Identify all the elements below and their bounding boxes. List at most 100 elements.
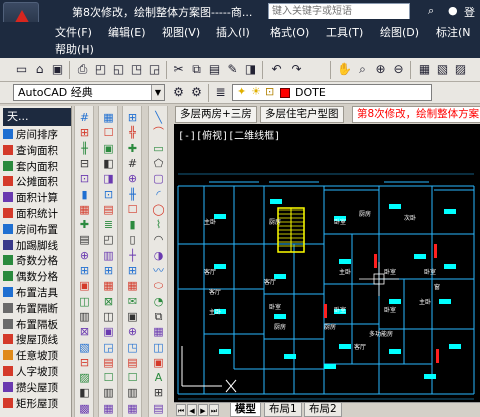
- login-link[interactable]: 登: [464, 4, 475, 20]
- menu-help[interactable]: 帮助(H): [55, 41, 94, 57]
- toolbar-icon[interactable]: ◳: [125, 340, 140, 355]
- block-editor-icon[interactable]: ◨: [242, 61, 259, 78]
- toolbar-icon[interactable]: ◯: [151, 202, 166, 217]
- menu-edit[interactable]: 编辑(E): [108, 24, 146, 40]
- toolbar-icon[interactable]: ▦: [125, 278, 140, 293]
- palette-title[interactable]: 天...: [3, 108, 71, 126]
- toolbar-icon[interactable]: ☐: [101, 125, 116, 140]
- toolbar-icon[interactable]: ◲: [101, 340, 116, 355]
- toolbar-icon[interactable]: ▦: [101, 401, 116, 416]
- toolbar-icon[interactable]: ◰: [101, 232, 116, 247]
- toolbar-icon[interactable]: ▤: [125, 355, 140, 370]
- new-file-icon[interactable]: ▭: [13, 61, 30, 78]
- toolbar-icon[interactable]: ⊡: [77, 171, 92, 186]
- print-preview-icon[interactable]: ◰: [92, 61, 109, 78]
- document-tab[interactable]: 多层两房+三房: [175, 106, 257, 123]
- toolbar-icon[interactable]: ▧: [77, 340, 92, 355]
- toolbar-icon[interactable]: ╫: [77, 141, 92, 156]
- toolbar-icon[interactable]: ◫: [77, 294, 92, 309]
- palette-item[interactable]: 布置洁具: [3, 286, 58, 300]
- toolbar-icon[interactable]: ✉: [125, 294, 140, 309]
- toolbar-icon[interactable]: A: [151, 370, 166, 385]
- toolbar-icon[interactable]: ⬠: [151, 156, 166, 171]
- tool-palettes-icon[interactable]: ▨: [452, 61, 469, 78]
- toolbar-icon[interactable]: ▮: [125, 217, 140, 232]
- palette-item[interactable]: 人字坡顶: [3, 365, 58, 379]
- palette-item[interactable]: 矩形屋顶: [3, 397, 58, 411]
- zoom-previous-icon[interactable]: ⊖: [390, 61, 407, 78]
- redo-icon[interactable]: ↷: [288, 61, 305, 78]
- toolbar-icon[interactable]: ▣: [101, 324, 116, 339]
- prev-tab-icon[interactable]: ◀: [187, 404, 197, 416]
- toolbar-icon[interactable]: ⧉: [151, 309, 166, 324]
- toolbar-icon[interactable]: ▩: [77, 401, 92, 416]
- toolbar-icon[interactable]: ⌒: [151, 125, 166, 140]
- toolbar-icon[interactable]: ▥: [77, 309, 92, 324]
- toolbar-icon[interactable]: ✚: [125, 141, 140, 156]
- palette-item[interactable]: 面积计算: [3, 191, 58, 205]
- 3d-print-icon[interactable]: ◲: [146, 61, 163, 78]
- save-icon[interactable]: ▣: [49, 61, 66, 78]
- toolbar-icon[interactable]: ▦: [101, 278, 116, 293]
- palette-item[interactable]: 公摊面积: [3, 175, 58, 189]
- palette-item[interactable]: 任意坡顶: [3, 349, 58, 363]
- undo-icon[interactable]: ↶: [268, 61, 285, 78]
- toolbar-icon[interactable]: ▥: [101, 385, 116, 400]
- properties-icon[interactable]: ▦: [416, 61, 433, 78]
- design-center-icon[interactable]: ▧: [434, 61, 451, 78]
- toolbar-icon[interactable]: ◠: [151, 232, 166, 247]
- palette-item[interactable]: 布置隔断: [3, 302, 58, 316]
- toolbar-icon[interactable]: ▤: [101, 355, 116, 370]
- drawing-canvas[interactable]: [-][俯视][二维线框] 主卧 厨房 卧室 厨房 次卧 客厅 客厅 客厅 主卧 卧室 卧室 卧室 主卧…: [174, 124, 480, 402]
- next-tab-icon[interactable]: ▶: [198, 404, 208, 416]
- toolbar-icon[interactable]: ⊟: [77, 156, 92, 171]
- toolbar-icon[interactable]: ▦: [125, 401, 140, 416]
- toolbar-icon[interactable]: ▢: [151, 171, 166, 186]
- toolbar-icon[interactable]: ╫: [125, 187, 140, 202]
- sun-icon[interactable]: ☀: [251, 85, 261, 98]
- palette-item[interactable]: 套内面积: [3, 160, 58, 174]
- toolbar-icon[interactable]: ◫: [101, 309, 116, 324]
- palette-item[interactable]: 攒尖屋顶: [3, 381, 58, 395]
- toolbar-icon[interactable]: ◧: [77, 385, 92, 400]
- match-properties-icon[interactable]: ✎: [224, 61, 241, 78]
- toolbar-icon[interactable]: ╬: [125, 125, 140, 140]
- toolbar-icon[interactable]: ◫: [151, 340, 166, 355]
- toolbar-icon[interactable]: ⊕: [125, 324, 140, 339]
- document-tab[interactable]: 多层住宅户型图: [260, 106, 344, 123]
- palette-item[interactable]: 房间排序: [3, 128, 58, 142]
- open-folder-icon[interactable]: ⌂: [31, 61, 48, 78]
- chevron-down-icon[interactable]: ▼: [151, 85, 164, 100]
- toolbar-icon[interactable]: ✚: [77, 217, 92, 232]
- toolbar-icon[interactable]: ▣: [101, 141, 116, 156]
- pan-hand-icon[interactable]: ✋: [336, 61, 353, 78]
- tab-layout2[interactable]: 布局2: [304, 403, 342, 417]
- menu-view[interactable]: 视图(V): [162, 24, 200, 40]
- toolbar-icon[interactable]: ▤: [77, 232, 92, 247]
- toolbar-icon[interactable]: #: [77, 110, 92, 125]
- toolbar-icon[interactable]: ⊕: [77, 248, 92, 263]
- tab-layout1[interactable]: 布局1: [264, 403, 302, 417]
- user-icon[interactable]: ●: [448, 4, 458, 17]
- toolbar-icon[interactable]: ◑: [151, 248, 166, 263]
- palette-item[interactable]: 查询面积: [3, 144, 58, 158]
- toolbar-icon[interactable]: ▦: [101, 110, 116, 125]
- publish-icon[interactable]: ◱: [110, 61, 127, 78]
- tab-model[interactable]: 模型: [230, 403, 261, 417]
- toolbar-icon[interactable]: ▤: [101, 202, 116, 217]
- toolbar-icon[interactable]: ⊞: [125, 110, 140, 125]
- toolbar-icon[interactable]: ≣: [101, 217, 116, 232]
- toolbar-icon[interactable]: ▯: [125, 232, 140, 247]
- toolbar-icon[interactable]: ▨: [77, 370, 92, 385]
- lock-icon[interactable]: ⊡: [265, 85, 274, 98]
- toolbar-icon[interactable]: ☐: [101, 370, 116, 385]
- toolbar-icon[interactable]: ⊠: [77, 324, 92, 339]
- toolbar-icon[interactable]: ☐: [125, 370, 140, 385]
- toolbar-icon[interactable]: #: [125, 156, 140, 171]
- toolbar-icon[interactable]: ▣: [125, 309, 140, 324]
- palette-item[interactable]: 布置隔板: [3, 318, 58, 332]
- toolbar-icon[interactable]: ▥: [101, 248, 116, 263]
- toolbar-icon[interactable]: ⊞: [151, 385, 166, 400]
- search-box[interactable]: [268, 3, 410, 19]
- toolbar-icon[interactable]: ▥: [125, 385, 140, 400]
